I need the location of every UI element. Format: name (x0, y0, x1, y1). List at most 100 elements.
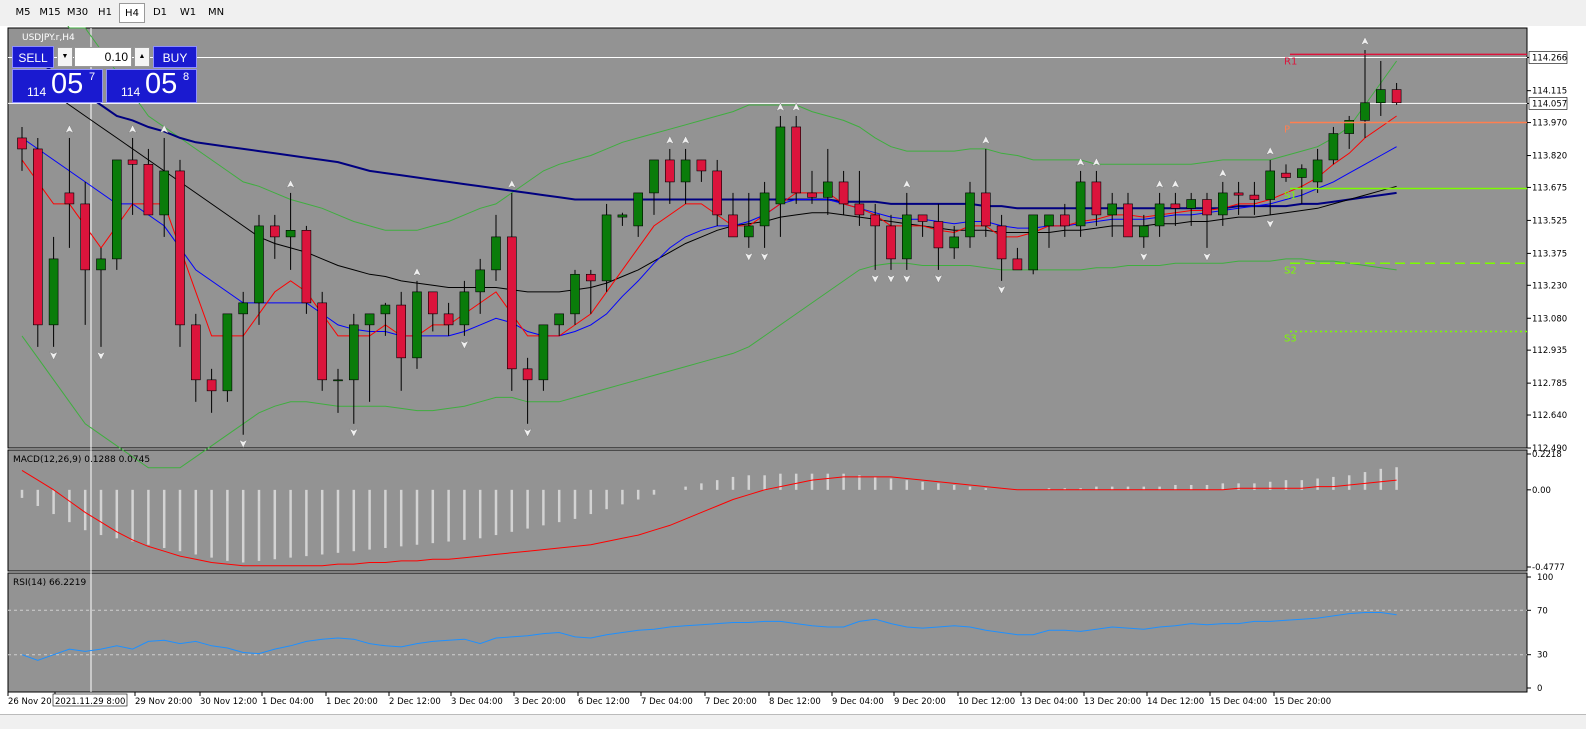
candle-body (491, 236, 501, 271)
pivot-label-p: P (1284, 125, 1290, 136)
pivot-label-s2: S2 (1284, 265, 1297, 276)
candle-body (112, 159, 122, 260)
candle-body (854, 203, 865, 216)
rsi-y-tick-label: 100 (1537, 573, 1553, 583)
candle-body (206, 379, 217, 392)
candle-body (1028, 214, 1038, 271)
candle-body (886, 225, 896, 260)
candle-body (1091, 181, 1102, 216)
candle-body (649, 159, 659, 194)
y-tick-label: 113.820 (1532, 152, 1567, 162)
tf-h4-button[interactable]: H4 (119, 3, 145, 23)
candle-body (127, 159, 138, 165)
candle-body (601, 214, 612, 282)
lot-decrease-button[interactable]: ▼ (57, 47, 73, 67)
candle-body (807, 192, 817, 198)
candle-body (680, 159, 691, 183)
candle-body (64, 192, 75, 205)
candle-body (1202, 199, 1212, 216)
buy-price-display[interactable]: 114 05 8 (106, 69, 197, 103)
y-tick-label: 113.525 (1532, 216, 1567, 226)
sell-price-display[interactable]: 114 05 7 (12, 69, 103, 103)
y-tick-label: 114.115 (1532, 87, 1567, 97)
buy-price-pips: 05 (145, 68, 178, 100)
candle-body (238, 302, 248, 315)
candle-body (317, 302, 328, 381)
candle-body (775, 126, 786, 205)
candle-body (443, 313, 454, 326)
candle-body (396, 304, 407, 359)
candle-body (1139, 225, 1149, 238)
y-tick-label: 113.970 (1532, 119, 1567, 129)
tf-m15-button[interactable]: M15 (37, 3, 63, 23)
tf-h1-button[interactable]: H1 (93, 3, 117, 23)
x-tick-label: 7 Dec 04:00 (641, 697, 693, 707)
chart-area[interactable]: R1 P S1 S2 S3 USDJPY.r,H4 114.266 114.115 114.05… (0, 26, 1586, 714)
tf-m5-button[interactable]: M5 (10, 3, 36, 23)
candle-body (570, 273, 580, 315)
macd-panel (7, 449, 1528, 572)
candle-body (459, 291, 470, 326)
candle-body (870, 214, 881, 227)
candle-body (427, 291, 438, 315)
candle-body (1312, 159, 1323, 183)
sell-price-pips: 05 (51, 68, 84, 100)
candle-body (917, 214, 928, 222)
candle-body (1170, 203, 1181, 209)
chart-title: USDJPY.r,H4 (22, 33, 75, 43)
x-tick-label: 6 Dec 12:00 (578, 697, 630, 707)
x-tick-label: 9 Dec 20:00 (894, 697, 946, 707)
macd-y-tick-label: 0.2218 (1532, 450, 1562, 460)
candle-body (96, 258, 106, 271)
candle-body (949, 236, 960, 249)
x-tick-label: 15 Dec 04:00 (1210, 697, 1267, 707)
buy-price-big-figure: 114 (121, 85, 141, 99)
candle-body (1075, 181, 1086, 227)
tf-mn-button[interactable]: MN (203, 3, 229, 23)
tf-m30-button[interactable]: M30 (64, 3, 91, 23)
x-tick-label: 15 Dec 20:00 (1274, 697, 1331, 707)
candle-body (254, 225, 264, 304)
tf-d1-button[interactable]: D1 (148, 3, 172, 23)
candle-body (159, 170, 169, 216)
rsi-y-tick-label: 70 (1537, 606, 1548, 616)
candle-body (522, 368, 533, 381)
pivot-label-s1: S1 (1284, 191, 1297, 202)
x-tick-label: 10 Dec 12:00 (958, 697, 1015, 707)
candle-body (80, 203, 90, 271)
buy-button[interactable]: BUY (153, 46, 197, 68)
lot-increase-button[interactable]: ▲ (134, 47, 150, 67)
candle-body (728, 214, 738, 238)
candle-body (1060, 214, 1070, 227)
y-tick-label: 113.675 (1532, 183, 1567, 193)
timeframe-toolbar: M5 M15 M30 H1 H4 D1 W1 MN (0, 0, 1586, 27)
sell-button[interactable]: SELL (12, 46, 54, 68)
candle-body (901, 214, 912, 260)
candle-body (1123, 203, 1133, 238)
lot-size-input[interactable] (74, 47, 132, 67)
candle-body (838, 181, 849, 205)
candle-body (285, 230, 296, 238)
candle-body (1107, 203, 1117, 216)
candle-body (1012, 258, 1023, 271)
x-tick-label: 1 Dec 20:00 (326, 697, 378, 707)
candle-body (743, 225, 754, 238)
y-tick-label: 114.266 (1532, 53, 1567, 63)
candle-body (791, 126, 802, 194)
y-tick-label: 113.375 (1532, 249, 1567, 259)
rsi-y-tick-label: 0 (1537, 684, 1542, 694)
candle-body (1233, 192, 1244, 196)
candle-body (143, 164, 154, 216)
candle-body (1360, 102, 1370, 121)
main-panel (7, 27, 1528, 449)
candle-body (48, 258, 59, 326)
macd-y-tick-label: -0.4777 (1532, 563, 1565, 573)
candle-body (585, 273, 596, 282)
candle-body (538, 324, 549, 381)
tf-w1-button[interactable]: W1 (175, 3, 201, 23)
rsi-y-tick-label: 30 (1537, 651, 1548, 661)
one-click-trading-panel: SELL ▼ ▲ BUY 114 05 7 114 05 8 (12, 46, 197, 103)
x-tick-label: 29 Nov 20:00 (135, 697, 192, 707)
x-tick-label: 13 Dec 04:00 (1021, 697, 1078, 707)
candle-body (412, 291, 422, 359)
